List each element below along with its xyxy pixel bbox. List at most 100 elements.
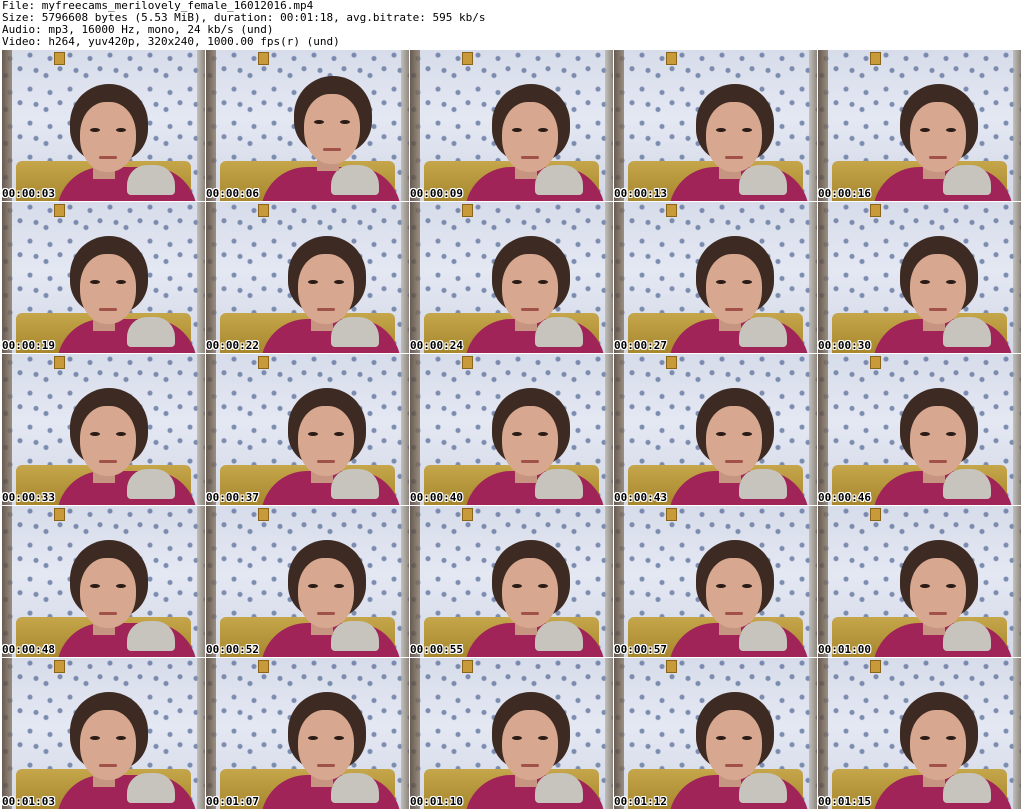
- thumbnail-timestamp: 00:00:09: [410, 187, 463, 200]
- person-face: [80, 406, 136, 476]
- person-left-eye: [90, 432, 100, 436]
- door-frame-left: [818, 354, 828, 505]
- person-mouth: [725, 612, 743, 615]
- wall-sign: [870, 204, 881, 217]
- hoodie-hood: [127, 469, 175, 499]
- thumbnail-timestamp: 00:00:22: [206, 339, 259, 352]
- hoodie-hood: [943, 621, 991, 651]
- wall-sign: [258, 204, 269, 217]
- door-frame-right: [1013, 50, 1021, 201]
- person-mouth: [99, 156, 117, 159]
- person-left-eye: [308, 584, 318, 588]
- thumbnail-timestamp: 00:00:24: [410, 339, 463, 352]
- person-right-eye: [538, 736, 548, 740]
- person-mouth: [323, 148, 341, 151]
- person-mouth: [929, 156, 947, 159]
- person-right-eye: [116, 128, 126, 132]
- person-face: [502, 102, 558, 172]
- thumbnail-timestamp: 00:00:19: [2, 339, 55, 352]
- person-right-eye: [116, 432, 126, 436]
- thumbnail-timestamp: 00:01:00: [818, 643, 871, 656]
- person-face: [80, 254, 136, 324]
- hoodie-hood: [127, 773, 175, 803]
- hoodie-hood: [535, 773, 583, 803]
- wall-sign: [666, 660, 677, 673]
- thumbnail-timestamp: 00:01:15: [818, 795, 871, 808]
- person-right-eye: [538, 280, 548, 284]
- thumbnail-timestamp: 00:00:03: [2, 187, 55, 200]
- hoodie-hood: [739, 317, 787, 347]
- video-thumbnail: 00:00:43: [614, 354, 817, 505]
- door-frame-right: [401, 202, 409, 353]
- door-frame-left: [2, 50, 12, 201]
- door-frame-left: [2, 506, 12, 657]
- thumbnail-timestamp: 00:00:37: [206, 491, 259, 504]
- person-mouth: [317, 308, 335, 311]
- thumbnail-timestamp: 00:01:03: [2, 795, 55, 808]
- video-thumbnail: 00:00:24: [410, 202, 613, 353]
- hoodie-hood: [739, 165, 787, 195]
- person-face: [910, 102, 966, 172]
- person-right-eye: [340, 120, 350, 124]
- door-frame-left: [410, 506, 420, 657]
- person-mouth: [521, 460, 539, 463]
- wall-sign: [54, 356, 65, 369]
- person-face: [80, 102, 136, 172]
- person-left-eye: [512, 432, 522, 436]
- video-thumbnail: 00:00:27: [614, 202, 817, 353]
- person-mouth: [99, 308, 117, 311]
- person-left-eye: [716, 584, 726, 588]
- hoodie-hood: [331, 773, 379, 803]
- person-left-eye: [308, 280, 318, 284]
- person-left-eye: [920, 280, 930, 284]
- person-mouth: [99, 612, 117, 615]
- video-thumbnail: 00:00:37: [206, 354, 409, 505]
- door-frame-left: [206, 658, 216, 809]
- person-right-eye: [538, 128, 548, 132]
- door-frame-left: [614, 506, 624, 657]
- person-mouth: [521, 156, 539, 159]
- wall-sign: [258, 52, 269, 65]
- person-left-eye: [90, 736, 100, 740]
- door-frame-right: [1013, 202, 1021, 353]
- person-right-eye: [116, 584, 126, 588]
- door-frame-left: [206, 50, 216, 201]
- wall-sign: [258, 508, 269, 521]
- wall-sign: [666, 52, 677, 65]
- door-frame-left: [410, 658, 420, 809]
- video-info-line: Video: h264, yuv420p, 320x240, 1000.00 f…: [2, 35, 340, 48]
- video-thumbnail: 00:00:03: [2, 50, 205, 201]
- person-face: [910, 406, 966, 476]
- metadata-header: File: myfreecams_merilovely_female_16012…: [2, 0, 1022, 50]
- video-thumbnail: 00:00:48: [2, 506, 205, 657]
- person-mouth: [725, 460, 743, 463]
- video-thumbnail: 00:01:12: [614, 658, 817, 809]
- wall-sign: [258, 356, 269, 369]
- person-left-eye: [920, 736, 930, 740]
- person-mouth: [725, 156, 743, 159]
- person-mouth: [725, 764, 743, 767]
- door-frame-right: [401, 658, 409, 809]
- thumbnail-timestamp: 00:00:46: [818, 491, 871, 504]
- door-frame-right: [809, 50, 817, 201]
- person-right-eye: [538, 432, 548, 436]
- hoodie-hood: [739, 773, 787, 803]
- video-thumbnail: 00:01:10: [410, 658, 613, 809]
- thumbnail-timestamp: 00:00:52: [206, 643, 259, 656]
- hoodie-hood: [739, 469, 787, 499]
- thumbnail-timestamp: 00:00:33: [2, 491, 55, 504]
- person-left-eye: [308, 432, 318, 436]
- hoodie-hood: [943, 773, 991, 803]
- person-right-eye: [742, 584, 752, 588]
- person-mouth: [929, 764, 947, 767]
- person-right-eye: [116, 280, 126, 284]
- person-face: [502, 710, 558, 780]
- door-frame-left: [2, 658, 12, 809]
- door-frame-right: [197, 202, 205, 353]
- door-frame-left: [206, 354, 216, 505]
- person-right-eye: [334, 584, 344, 588]
- hoodie-hood: [331, 621, 379, 651]
- wall-sign: [870, 356, 881, 369]
- hoodie-hood: [943, 317, 991, 347]
- thumbnail-timestamp: 00:00:06: [206, 187, 259, 200]
